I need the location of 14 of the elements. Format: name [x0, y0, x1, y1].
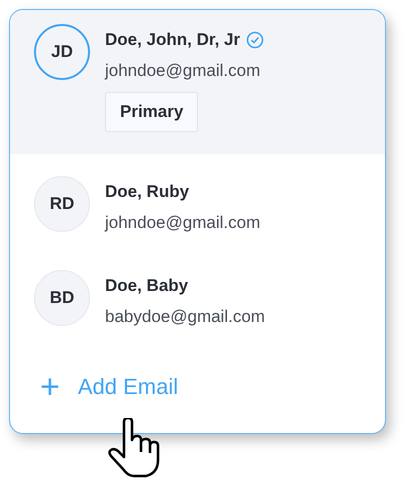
contact-row[interactable]: JD Doe, John, Dr, Jr johndoe@gmail.com Primary: [10, 10, 385, 154]
contact-row[interactable]: BD Doe, Baby babydoe@gmail.com: [10, 248, 385, 342]
contact-name: Doe, Baby: [105, 274, 188, 296]
contact-row[interactable]: RD Doe, Ruby johndoe@gmail.com: [10, 154, 385, 248]
plus-icon: +: [40, 370, 60, 404]
contact-name: Doe, Ruby: [105, 180, 190, 202]
avatar: BD: [34, 270, 90, 326]
avatar: JD: [34, 24, 90, 80]
contact-email: babydoe@gmail.com: [105, 306, 265, 328]
contact-email: johndoe@gmail.com: [105, 212, 260, 234]
contact-email: johndoe@gmail.com: [105, 60, 262, 82]
primary-badge: Primary: [105, 92, 198, 132]
avatar: RD: [34, 176, 90, 232]
contact-name: Doe, John, Dr, Jr: [105, 29, 240, 51]
